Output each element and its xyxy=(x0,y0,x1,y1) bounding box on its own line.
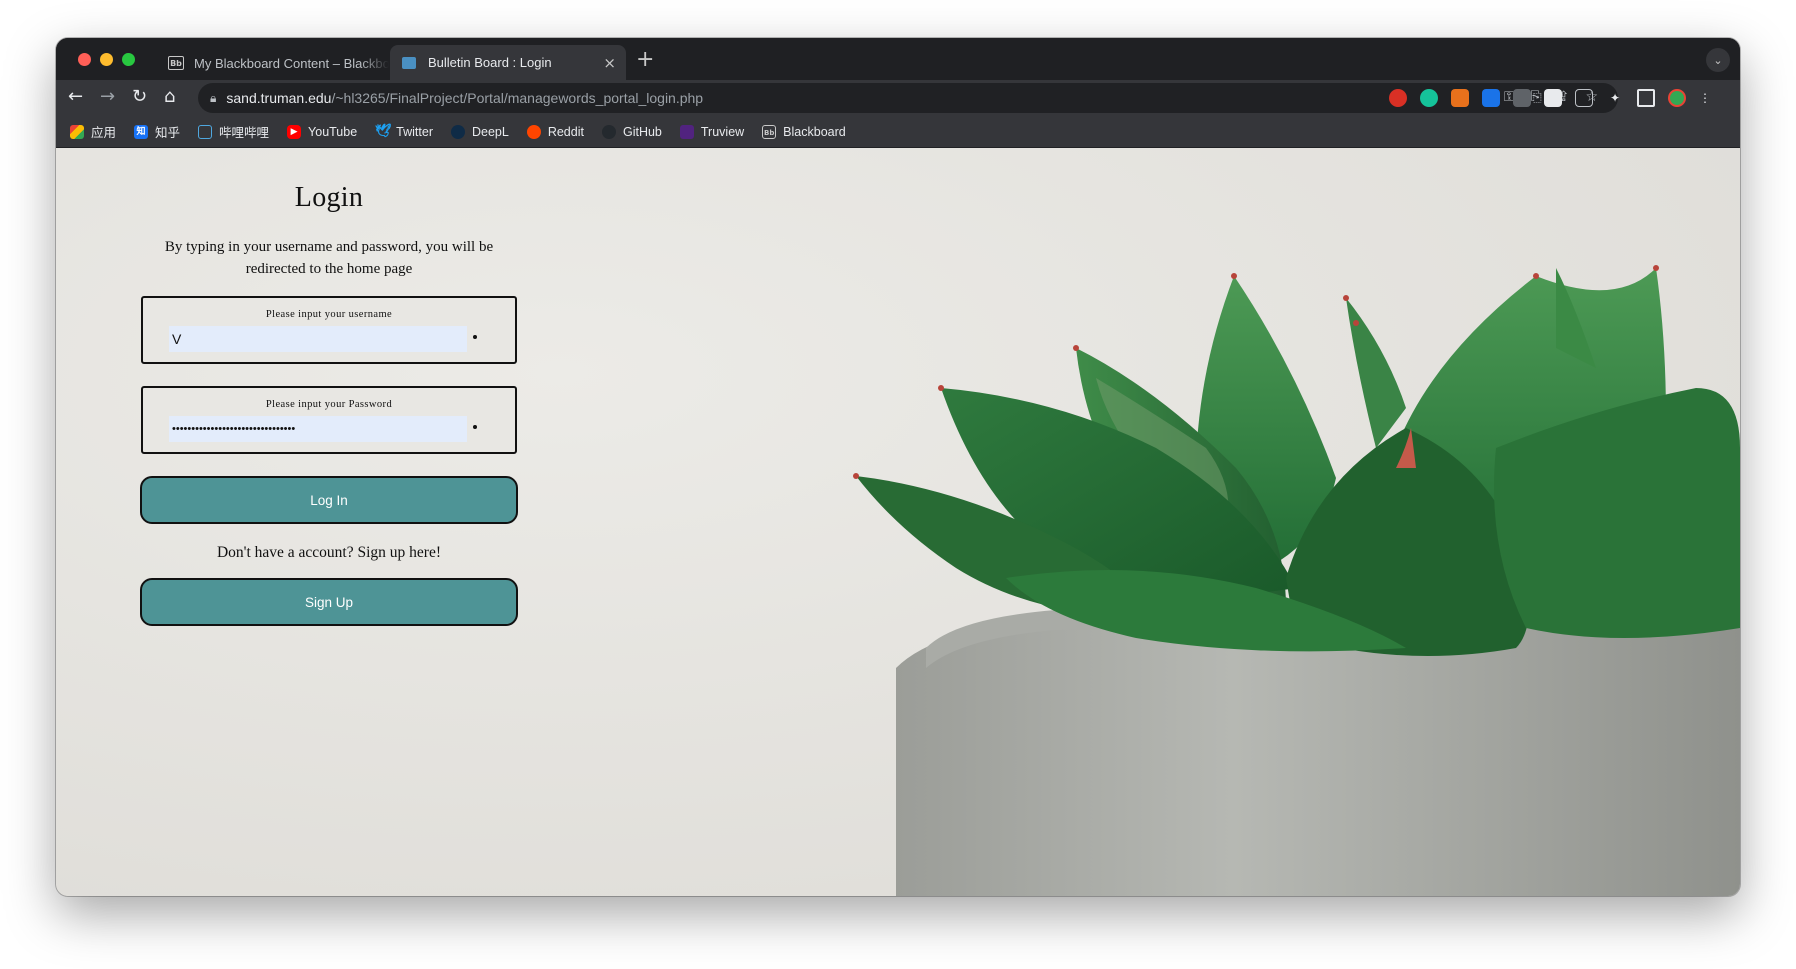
blackboard-icon: Bb xyxy=(168,56,184,70)
adblock-extension-icon[interactable] xyxy=(1389,89,1407,107)
home-icon[interactable]: ⌂ xyxy=(164,87,175,107)
tab-title: Bulletin Board : Login xyxy=(428,55,552,70)
signup-prompt: Don't have a account? Sign up here! xyxy=(216,544,442,561)
minimize-window-button[interactable] xyxy=(100,53,113,66)
password-field-box: Please input your Password xyxy=(141,386,517,454)
bookmark-github[interactable]: GitHub xyxy=(601,124,662,139)
page-favicon-icon xyxy=(402,56,416,69)
tab-bulletin-board[interactable]: Bulletin Board : Login × xyxy=(390,45,626,80)
zhihu-icon: 知 xyxy=(134,124,149,139)
apps-grid-icon xyxy=(70,124,84,139)
bookmark-label: DeepL xyxy=(471,124,509,139)
required-dot xyxy=(473,335,477,339)
more-menu-icon[interactable]: ⋮ xyxy=(1699,89,1711,107)
browser-toolbar: ← → ↻ ⌂ 🔒︎ sand.truman.edu/~hl3265/Final… xyxy=(56,80,1740,116)
signup-button[interactable]: Sign Up xyxy=(140,578,518,626)
tab-search-button[interactable]: ⌄ xyxy=(1706,48,1730,72)
bookmark-label: Truview xyxy=(700,124,745,139)
tab-strip: Bb My Blackboard Content – Blackboard × … xyxy=(56,38,1740,80)
deepl-icon xyxy=(450,124,465,139)
login-button[interactable]: Log In xyxy=(140,476,518,524)
bilibili-icon xyxy=(198,124,213,139)
username-field-box: Please input your username xyxy=(141,296,517,364)
url-path: /~hl3265/FinalProject/Portal/managewords… xyxy=(331,90,704,106)
bookmarks-bar: 应用 知 知乎 哔哩哔哩 ▶ YouTube 🕊︎ Twitter DeepL … xyxy=(56,116,1740,148)
truview-icon xyxy=(679,124,694,139)
close-window-button[interactable] xyxy=(78,53,91,66)
bookmark-youtube[interactable]: ▶ YouTube xyxy=(287,124,358,139)
password-label: Please input your Password xyxy=(265,399,393,410)
reddit-icon xyxy=(526,124,541,139)
back-arrow-icon[interactable]: ← xyxy=(68,87,83,107)
bookmark-twitter[interactable]: 🕊︎ Twitter xyxy=(375,123,433,139)
tab-title: My Blackboard Content – Blackboard xyxy=(194,55,389,71)
bookmark-truview[interactable]: Truview xyxy=(679,124,745,139)
bookmark-label: 知乎 xyxy=(155,126,181,140)
maximize-window-button[interactable] xyxy=(122,53,135,66)
bookmark-reddit[interactable]: Reddit xyxy=(526,124,584,139)
profile-avatar[interactable] xyxy=(1668,89,1686,107)
username-label: Please input your username xyxy=(265,309,393,320)
lock-icon[interactable]: 🔒︎ xyxy=(210,91,216,106)
bookmark-blackboard[interactable]: Bb Blackboard xyxy=(762,124,846,139)
bookmark-label: Blackboard xyxy=(783,124,846,139)
login-description: By typing in your username and password,… xyxy=(164,239,494,277)
bookmark-label: YouTube xyxy=(308,124,358,139)
bookmark-label: GitHub xyxy=(622,124,662,139)
bookmark-label: 哔哩哔哩 xyxy=(219,126,270,140)
image-extension-icon[interactable] xyxy=(1513,89,1531,107)
url-host: sand.truman.edu xyxy=(226,90,332,106)
openai-extension-icon[interactable] xyxy=(1544,89,1562,107)
grammarly-extension-icon[interactable] xyxy=(1420,89,1438,107)
bookmark-bilibili[interactable]: 哔哩哔哩 xyxy=(198,122,269,141)
window-controls xyxy=(78,53,135,66)
bookmark-label: 应用 xyxy=(91,126,117,140)
required-dot xyxy=(473,425,477,429)
username-input[interactable] xyxy=(169,326,467,352)
extensions-area: ✦ ⋮ xyxy=(1389,89,1711,107)
youtube-icon: ▶ xyxy=(287,124,302,139)
bookmark-apps[interactable]: 应用 xyxy=(70,122,116,141)
github-icon xyxy=(601,124,616,139)
trash-extension-icon[interactable] xyxy=(1451,89,1469,107)
bookmark-label: Reddit xyxy=(547,124,584,139)
puzzle-extensions-icon[interactable]: ✦ xyxy=(1606,89,1624,107)
page-viewport: Login By typing in your username and pas… xyxy=(56,148,1740,896)
forward-arrow-icon[interactable]: → xyxy=(100,87,115,107)
page-title: Login xyxy=(294,182,364,213)
zoom-extension-icon[interactable] xyxy=(1482,89,1500,107)
login-form: Login By typing in your username and pas… xyxy=(136,148,522,626)
twitter-icon: 🕊︎ xyxy=(375,123,392,139)
reload-icon[interactable]: ↻ xyxy=(132,87,147,107)
bookmark-deepl[interactable]: DeepL xyxy=(450,124,509,139)
browser-window: Bb My Blackboard Content – Blackboard × … xyxy=(56,38,1740,896)
blackboard-icon: Bb xyxy=(762,124,777,139)
new-tab-button[interactable]: + xyxy=(636,49,654,71)
bookmark-label: Twitter xyxy=(396,124,433,139)
password-input[interactable] xyxy=(169,416,467,442)
reader-mode-icon[interactable] xyxy=(1575,89,1593,107)
close-tab-icon[interactable]: × xyxy=(603,54,616,72)
side-panel-icon[interactable] xyxy=(1637,89,1655,107)
bookmark-zhihu[interactable]: 知 知乎 xyxy=(134,122,180,141)
